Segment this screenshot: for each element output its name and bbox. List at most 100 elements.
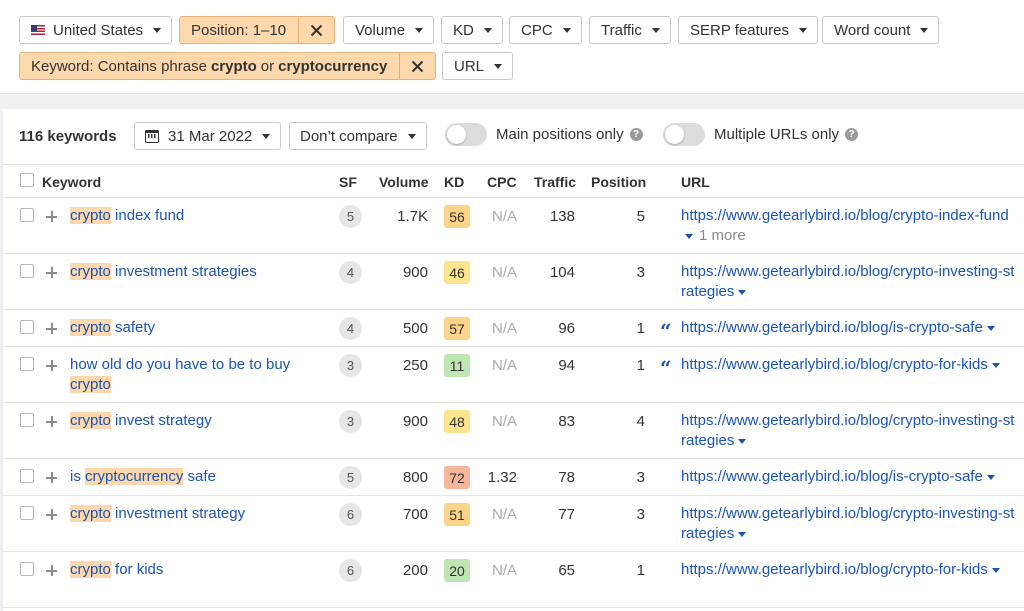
add-to-list-icon[interactable] xyxy=(46,416,57,427)
add-to-list-icon[interactable] xyxy=(46,267,57,278)
serp-features-filter[interactable]: SERP features xyxy=(678,16,818,44)
date-picker[interactable]: 31 Mar 2022 xyxy=(134,122,282,150)
column-header-volume[interactable]: Volume xyxy=(379,174,429,190)
add-to-list-icon[interactable] xyxy=(46,472,57,483)
caret-down-icon[interactable] xyxy=(991,362,1000,368)
column-header-url[interactable]: URL xyxy=(681,174,710,190)
traffic-filter[interactable]: Traffic xyxy=(589,16,671,44)
position-filter[interactable]: Position: 1–10 xyxy=(179,16,336,44)
caret-down-icon[interactable] xyxy=(685,233,693,239)
chevron-down-icon xyxy=(407,133,416,139)
row-checkbox[interactable] xyxy=(20,264,34,278)
row-checkbox[interactable] xyxy=(20,413,34,427)
row-checkbox[interactable] xyxy=(20,469,34,483)
keyword-link[interactable]: crypto investment strategies xyxy=(70,262,310,282)
keyword-link[interactable]: how old do you have to be to buy crypto xyxy=(70,355,310,395)
add-to-list-icon[interactable] xyxy=(46,565,57,576)
keyword-link[interactable]: is cryptocurrency safe xyxy=(70,467,310,487)
main-positions-toggle[interactable] xyxy=(445,123,487,146)
row-checkbox[interactable] xyxy=(20,562,34,576)
traffic-value: 104 xyxy=(549,264,575,281)
kd-filter[interactable]: KD xyxy=(441,16,503,44)
table-row[interactable]: is cryptocurrency safe 5 800 72 1.32 78 3 https… xyxy=(3,459,1024,496)
help-icon[interactable]: ? xyxy=(629,128,643,141)
column-header-position[interactable]: Position xyxy=(591,174,646,190)
caret-down-icon[interactable] xyxy=(991,567,1000,573)
serp-features-count[interactable]: 5 xyxy=(339,205,362,228)
more-urls-link[interactable]: 1 more xyxy=(699,227,746,244)
cpc-filter[interactable]: CPC xyxy=(509,16,582,44)
row-checkbox[interactable] xyxy=(20,357,34,371)
ranking-url[interactable]: https://www.getearlybird.io/blog/crypto-… xyxy=(681,206,1017,246)
keyword-link[interactable]: crypto for kids xyxy=(70,560,310,580)
table-row[interactable]: crypto invest strategy 3 900 48 N/A 83 4 https:… xyxy=(3,403,1024,459)
add-to-list-icon[interactable] xyxy=(46,323,57,334)
keyword-link[interactable]: crypto invest strategy xyxy=(70,411,310,431)
caret-down-icon[interactable] xyxy=(986,474,995,480)
volume-filter[interactable]: Volume xyxy=(343,16,435,44)
compare-dropdown-label: Don’t compare xyxy=(300,127,398,145)
url-text: https://www.getearlybird.io/blog/crypto-… xyxy=(681,412,1015,449)
us-flag-icon xyxy=(31,25,45,35)
serp-features-filter-label: SERP features xyxy=(690,21,789,39)
serp-features-count[interactable]: 6 xyxy=(339,559,362,582)
column-header-traffic[interactable]: Traffic xyxy=(534,174,576,190)
column-header-cpc[interactable]: CPC xyxy=(487,174,517,190)
add-to-list-icon[interactable] xyxy=(46,360,57,371)
keyword-link[interactable]: crypto investment strategy xyxy=(70,504,310,524)
caret-down-icon[interactable] xyxy=(738,531,747,537)
keyword-text: investment strategies xyxy=(110,263,257,280)
table-row[interactable]: crypto safety 4 500 57 N/A 96 1 “ https://www.ge… xyxy=(3,310,1024,347)
traffic-value: 78 xyxy=(558,469,575,486)
caret-down-icon[interactable] xyxy=(738,438,747,444)
help-icon[interactable]: ? xyxy=(845,128,859,141)
remove-keyword-filter-button[interactable] xyxy=(399,53,435,79)
keyword-filter[interactable]: Keyword: Contains phrase crypto or crypt… xyxy=(19,52,437,80)
url-text: https://www.getearlybird.io/blog/crypto-… xyxy=(681,263,1015,300)
kd-badge: 46 xyxy=(444,261,470,284)
ranking-url[interactable]: https://www.getearlybird.io/blog/crypto-… xyxy=(681,411,1017,451)
select-all-checkbox[interactable] xyxy=(20,173,34,187)
caret-down-icon[interactable] xyxy=(986,325,995,331)
column-header-kd[interactable]: KD xyxy=(444,174,464,190)
column-header-sf[interactable]: SF xyxy=(339,174,357,190)
keyword-match-highlight: crypto xyxy=(70,505,111,522)
table-row[interactable]: how old do you have to be to buy crypto 3… xyxy=(3,347,1024,403)
traffic-value: 77 xyxy=(558,506,575,523)
ranking-url[interactable]: https://www.getearlybird.io/blog/crypto-… xyxy=(681,262,1017,302)
multiple-urls-toggle[interactable] xyxy=(663,123,705,146)
ranking-url[interactable]: https://www.getearlybird.io/blog/is-cryp… xyxy=(681,318,1017,338)
keyword-link[interactable]: crypto index fund xyxy=(70,206,310,226)
serp-features-count[interactable]: 6 xyxy=(339,503,362,526)
keyword-link[interactable]: crypto safety xyxy=(70,318,310,338)
ranking-url[interactable]: https://www.getearlybird.io/blog/is-cryp… xyxy=(681,467,1017,487)
keyword-match-highlight: cryptocurrency xyxy=(85,468,184,485)
caret-down-icon[interactable] xyxy=(738,289,747,295)
remove-position-filter-button[interactable] xyxy=(298,17,334,43)
serp-features-count[interactable]: 5 xyxy=(339,466,362,489)
row-checkbox[interactable] xyxy=(20,506,34,520)
row-checkbox[interactable] xyxy=(20,208,34,222)
volume-value: 200 xyxy=(402,562,428,579)
ranking-url[interactable]: https://www.getearlybird.io/blog/crypto-… xyxy=(681,504,1017,544)
toggle-knob xyxy=(665,125,684,144)
add-to-list-icon[interactable] xyxy=(46,211,57,222)
table-row[interactable]: crypto index fund 5 1.7K 56 N/A 138 5 https://w… xyxy=(3,198,1024,254)
url-filter[interactable]: URL xyxy=(442,52,514,80)
ranking-url[interactable]: https://www.getearlybird.io/blog/crypto-… xyxy=(681,560,1017,580)
serp-features-count[interactable]: 4 xyxy=(339,317,362,340)
serp-features-count[interactable]: 3 xyxy=(339,354,362,377)
ranking-url[interactable]: https://www.getearlybird.io/blog/crypto-… xyxy=(681,355,1017,375)
kd-badge: 20 xyxy=(444,559,470,582)
serp-features-count[interactable]: 4 xyxy=(339,261,362,284)
table-row[interactable]: crypto for kids 6 200 20 N/A 65 1 https://www.g… xyxy=(3,552,1024,608)
row-checkbox[interactable] xyxy=(20,320,34,334)
add-to-list-icon[interactable] xyxy=(46,509,57,520)
compare-dropdown[interactable]: Don’t compare xyxy=(289,122,427,150)
word-count-filter[interactable]: Word count xyxy=(822,16,940,44)
table-row[interactable]: crypto investment strategy 6 700 51 N/A 77 3 ht… xyxy=(3,496,1024,552)
column-header-keyword[interactable]: Keyword xyxy=(42,174,101,190)
country-filter[interactable]: United States xyxy=(19,16,173,44)
table-row[interactable]: crypto investment strategies 4 900 46 N/A 104… xyxy=(3,254,1024,310)
serp-features-count[interactable]: 3 xyxy=(339,410,362,433)
